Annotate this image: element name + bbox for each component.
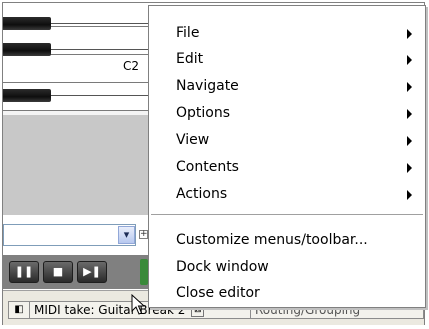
menu-item-close-editor[interactable]: Close editor (149, 280, 425, 306)
key-divider (51, 23, 148, 24)
menu-item-view[interactable]: View (149, 127, 425, 153)
note-label-c2: C2 (123, 59, 140, 73)
menu-item-label: File (176, 25, 200, 41)
dropdown-select[interactable]: ▾ (3, 224, 136, 246)
next-button[interactable]: ▶❚ (77, 261, 107, 283)
menu-item-customize-menus-toolbar[interactable]: Customize menus/toolbar... (149, 227, 425, 253)
submenu-arrow-icon (407, 109, 412, 119)
key-divider (51, 49, 148, 50)
menu-item-label: Contents (176, 159, 239, 175)
menu-item-label: Navigate (176, 78, 239, 94)
stop-button[interactable]: ■ (43, 261, 73, 283)
context-menu: File Edit Navigate Options View Contents… (148, 5, 426, 308)
submenu-arrow-icon (407, 82, 412, 92)
chevron-down-icon[interactable]: ▾ (118, 226, 135, 244)
menu-item-contents[interactable]: Contents (149, 154, 425, 180)
piano-roll-keys[interactable]: C2 (3, 3, 148, 115)
expand-icon[interactable]: + (139, 230, 148, 239)
key-divider (51, 95, 148, 96)
pause-button[interactable]: ❚❚ (9, 261, 39, 283)
submenu-arrow-icon (407, 136, 412, 146)
menu-item-dock-window[interactable]: Dock window (149, 254, 425, 280)
transport-bar: ❚❚ ■ ▶❚ (3, 255, 148, 289)
menu-item-edit[interactable]: Edit (149, 46, 425, 72)
submenu-arrow-icon (407, 163, 412, 173)
menu-item-label: Options (176, 105, 231, 121)
black-key[interactable] (3, 17, 51, 30)
menu-item-label: Edit (176, 51, 204, 67)
black-key[interactable] (3, 89, 51, 102)
menu-item-actions[interactable]: Actions (149, 181, 425, 207)
submenu-arrow-icon (407, 190, 412, 200)
mouse-cursor-icon (131, 294, 145, 315)
editor-background (3, 115, 148, 215)
menu-item-label: Customize menus/toolbar... (176, 232, 368, 248)
play-button[interactable] (140, 259, 148, 285)
menu-item-options[interactable]: Options (149, 100, 425, 126)
menu-item-label: Dock window (176, 259, 269, 275)
menu-item-navigate[interactable]: Navigate (149, 73, 425, 99)
menu-item-label: Close editor (176, 285, 260, 301)
submenu-arrow-icon (407, 55, 412, 65)
submenu-arrow-icon (407, 29, 412, 39)
menu-item-file[interactable]: File (149, 20, 425, 46)
tab-previous[interactable]: ◧ (8, 301, 30, 319)
black-key[interactable] (3, 43, 51, 56)
menu-item-label: View (176, 132, 210, 148)
menu-item-label: Actions (176, 186, 228, 202)
menu-separator (151, 214, 423, 216)
